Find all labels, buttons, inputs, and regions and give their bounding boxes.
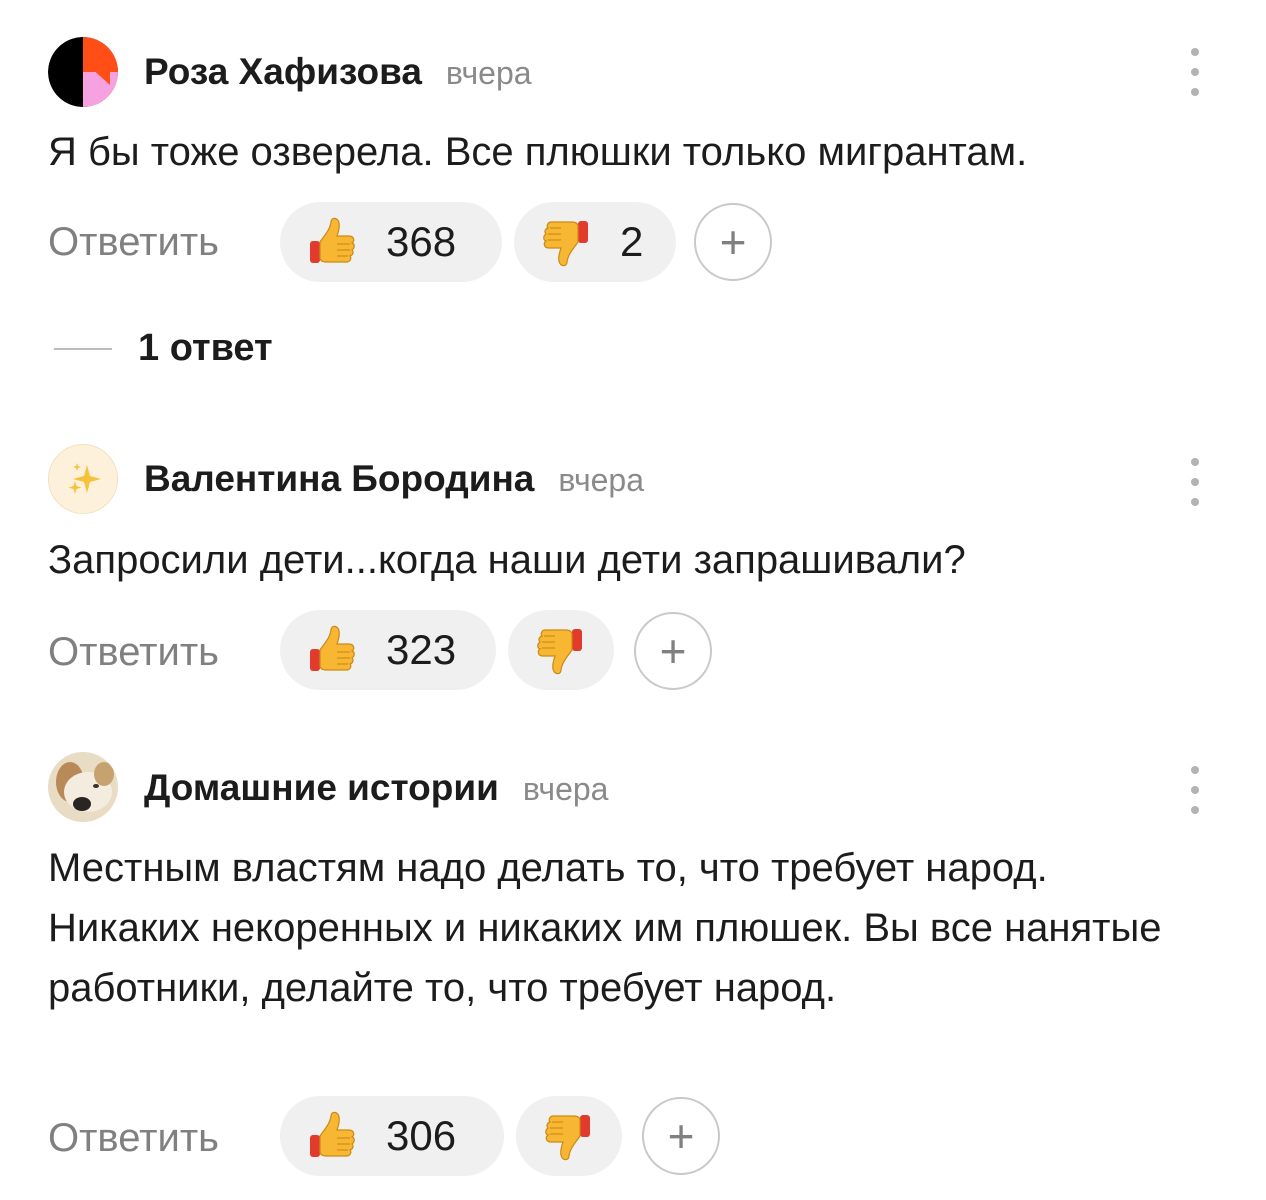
thumbs-down-icon bbox=[532, 622, 588, 678]
avatar[interactable] bbox=[48, 444, 118, 514]
replies-count[interactable]: 1 ответ bbox=[138, 326, 273, 370]
dog-photo bbox=[48, 752, 118, 822]
avatar[interactable] bbox=[48, 37, 118, 107]
like-count: 368 bbox=[386, 218, 457, 265]
comment-text: Я бы тоже озверела. Все плюшки только ми… bbox=[48, 130, 1028, 174]
like-count: 323 bbox=[386, 626, 457, 673]
sparkles-icon bbox=[68, 463, 101, 494]
reply-button[interactable]: Ответить bbox=[48, 612, 219, 692]
comment-text: Местным властям надо делать то, что треб… bbox=[48, 846, 1162, 1010]
more-menu-icon[interactable] bbox=[1180, 48, 1210, 96]
replies-divider bbox=[54, 348, 112, 350]
avatar[interactable] bbox=[48, 752, 118, 822]
add-reaction-button[interactable]: + bbox=[694, 203, 772, 281]
dislike-button[interactable] bbox=[508, 610, 614, 690]
reply-button[interactable]: Ответить bbox=[48, 202, 219, 282]
dislike-button[interactable] bbox=[516, 1096, 622, 1176]
author-name[interactable]: Домашние истории bbox=[144, 767, 499, 808]
reply-button[interactable]: Ответить bbox=[48, 1098, 219, 1178]
comment-date: вчера bbox=[522, 771, 609, 807]
author-name[interactable]: Валентина Бородина bbox=[144, 458, 534, 499]
add-reaction-button[interactable]: + bbox=[642, 1097, 720, 1175]
like-button[interactable]: 323 bbox=[280, 610, 496, 690]
author-name[interactable]: Роза Хафизова bbox=[144, 51, 422, 92]
thumbs-down-icon bbox=[538, 214, 594, 270]
more-menu-icon[interactable] bbox=[1180, 766, 1210, 814]
dislike-count: 2 bbox=[620, 218, 644, 265]
like-button[interactable]: 368 bbox=[280, 202, 502, 282]
like-button[interactable]: 306 bbox=[280, 1096, 504, 1176]
thumbs-up-icon bbox=[304, 1108, 360, 1164]
thumbs-up-icon bbox=[304, 214, 360, 270]
dislike-button[interactable]: 2 bbox=[514, 202, 676, 282]
comment-text: Запросили дети...когда наши дети запраши… bbox=[48, 538, 966, 582]
thumbs-up-icon bbox=[304, 622, 360, 678]
comment-date: вчера bbox=[445, 55, 532, 91]
like-count: 306 bbox=[386, 1112, 457, 1159]
thumbs-down-icon bbox=[540, 1108, 596, 1164]
comment-date: вчера bbox=[558, 462, 645, 498]
add-reaction-button[interactable]: + bbox=[634, 612, 712, 690]
more-menu-icon[interactable] bbox=[1180, 458, 1210, 506]
